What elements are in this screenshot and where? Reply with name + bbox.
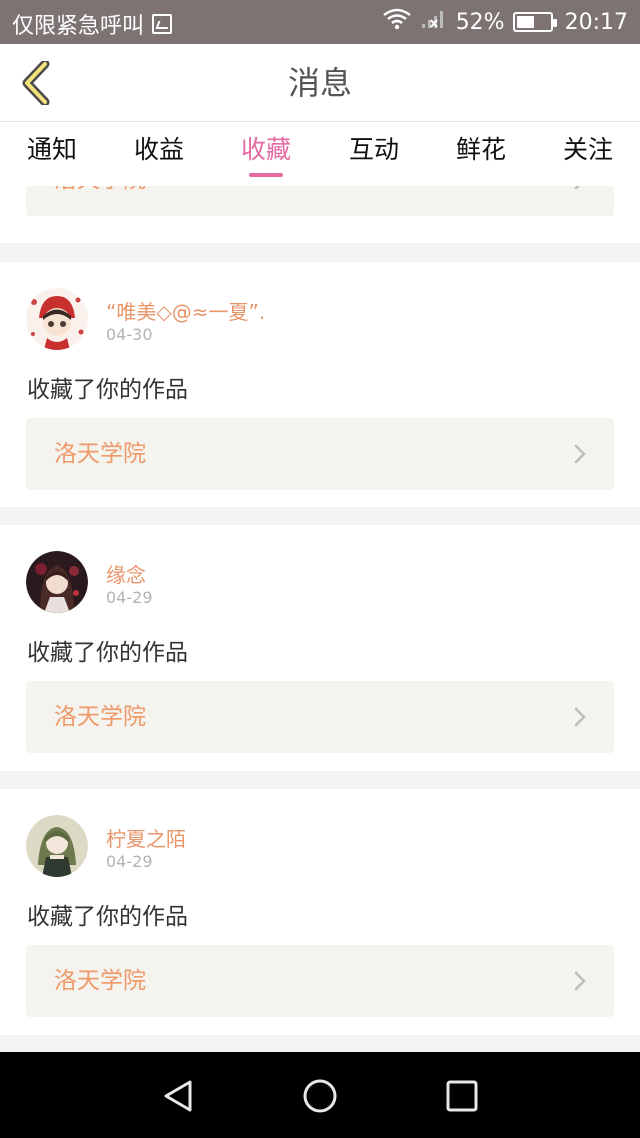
work-link[interactable]: 洛天学院 bbox=[26, 681, 614, 753]
work-link[interactable]: 洛天学院 bbox=[26, 418, 614, 490]
timestamp: 04-29 bbox=[106, 852, 153, 871]
tab-bar: 通知 收益 收藏 互动 鲜花 关注 bbox=[0, 122, 640, 186]
home-circle-icon bbox=[303, 1079, 337, 1113]
tab-label: 鲜花 bbox=[455, 135, 506, 164]
carrier-text: 仅限紧急呼叫 bbox=[12, 14, 145, 39]
system-nav-bar bbox=[0, 1052, 640, 1138]
tab-label: 收益 bbox=[133, 135, 184, 164]
nav-back-button[interactable] bbox=[158, 1076, 198, 1116]
list-item: 柠夏之陌 04-29 收藏了你的作品 洛天学院 bbox=[0, 789, 640, 1035]
tab-interaction[interactable]: 互动 bbox=[324, 122, 424, 186]
tab-label: 关注 bbox=[562, 135, 613, 164]
no-signal-icon bbox=[420, 8, 448, 36]
tab-earnings[interactable]: 收益 bbox=[109, 122, 209, 186]
username[interactable]: 缘念 bbox=[106, 559, 146, 588]
picture-icon bbox=[152, 14, 173, 34]
tab-label: 互动 bbox=[348, 135, 399, 164]
action-text: 收藏了你的作品 bbox=[27, 904, 188, 930]
header: 消息 bbox=[0, 44, 640, 122]
timestamp: 04-29 bbox=[106, 588, 153, 607]
page-title: 消息 bbox=[287, 64, 352, 102]
chevron-right-icon bbox=[574, 186, 580, 190]
tab-favorites[interactable]: 收藏 bbox=[216, 122, 316, 186]
active-tab-indicator bbox=[249, 173, 283, 177]
work-link[interactable]: 洛天学院 bbox=[26, 186, 614, 216]
list-item: 洛天学院 bbox=[0, 186, 640, 243]
username[interactable]: 柠夏之陌 bbox=[106, 823, 186, 852]
tab-label: 通知 bbox=[26, 135, 77, 164]
nav-recents-button[interactable] bbox=[442, 1076, 482, 1116]
recents-square-icon bbox=[446, 1080, 478, 1112]
back-button[interactable] bbox=[14, 60, 58, 106]
username[interactable]: “唯美◇@≈一夏”. bbox=[106, 296, 265, 325]
chevron-right-icon bbox=[574, 971, 586, 991]
work-link[interactable]: 洛天学院 bbox=[26, 945, 614, 1017]
battery-icon bbox=[512, 12, 557, 32]
avatar[interactable] bbox=[26, 288, 88, 350]
wifi-icon bbox=[382, 8, 412, 36]
work-title: 洛天学院 bbox=[54, 186, 146, 216]
chevron-right-icon bbox=[574, 444, 586, 464]
nav-home-button[interactable] bbox=[300, 1076, 340, 1116]
back-triangle-icon bbox=[164, 1080, 192, 1112]
work-title: 洛天学院 bbox=[54, 704, 146, 730]
action-text: 收藏了你的作品 bbox=[27, 640, 188, 666]
battery-level bbox=[516, 16, 534, 28]
battery-percent: 52% bbox=[455, 9, 505, 35]
action-text: 收藏了你的作品 bbox=[27, 377, 188, 403]
timestamp: 04-30 bbox=[106, 325, 153, 344]
tab-flowers[interactable]: 鲜花 bbox=[431, 122, 531, 186]
status-bar: 仅限紧急呼叫 52% 20:17 bbox=[0, 0, 640, 44]
notification-list[interactable]: 洛天学院 “唯美◇@≈一夏”. 04-30 收藏了你的作品 洛天学院 bbox=[0, 186, 640, 1052]
work-title: 洛天学院 bbox=[54, 968, 146, 994]
tab-following[interactable]: 关注 bbox=[538, 122, 638, 186]
chevron-right-icon bbox=[574, 707, 586, 727]
avatar[interactable] bbox=[26, 815, 88, 877]
list-item: 缘念 04-29 收藏了你的作品 洛天学院 bbox=[0, 525, 640, 771]
work-title: 洛天学院 bbox=[54, 441, 146, 467]
tab-notification[interactable]: 通知 bbox=[2, 122, 102, 186]
list-item: “唯美◇@≈一夏”. 04-30 收藏了你的作品 洛天学院 bbox=[0, 262, 640, 507]
avatar[interactable] bbox=[26, 551, 88, 613]
clock: 20:17 bbox=[564, 9, 628, 35]
tab-label: 收藏 bbox=[240, 135, 291, 164]
chevron-left-icon bbox=[22, 61, 50, 105]
